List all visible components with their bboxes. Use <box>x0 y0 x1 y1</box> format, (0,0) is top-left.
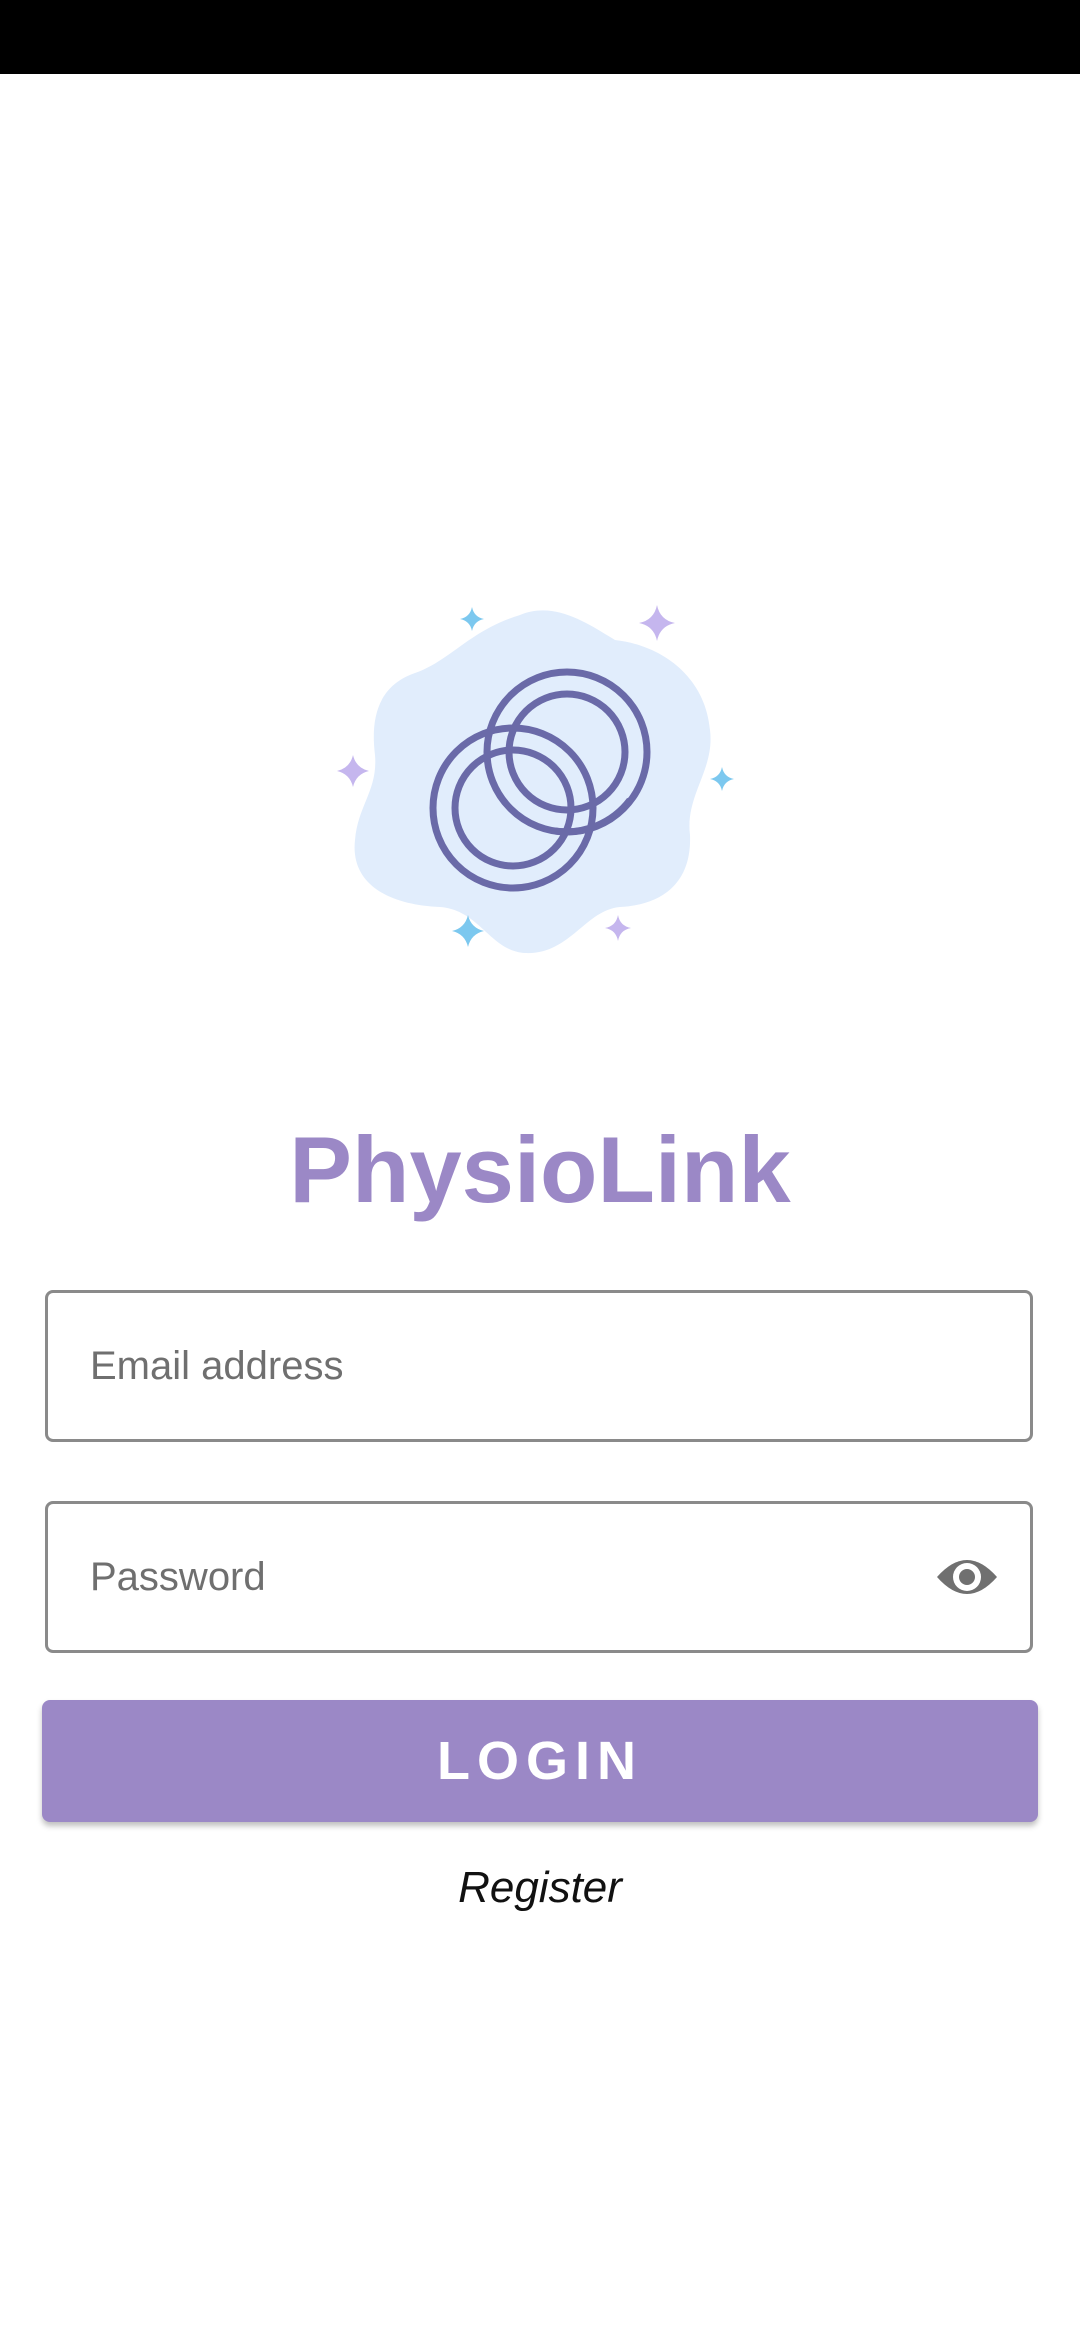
eye-icon[interactable] <box>934 1549 1000 1605</box>
status-bar <box>0 0 1080 74</box>
register-link[interactable]: Register <box>0 1858 1080 1918</box>
login-screen: PhysioLink LOGIN Register <box>0 0 1080 2340</box>
app-logo <box>330 595 750 975</box>
logo-blob <box>354 610 711 954</box>
app-title: PhysioLink <box>289 1117 791 1222</box>
password-input[interactable] <box>90 1504 950 1650</box>
email-field-container[interactable] <box>45 1290 1033 1442</box>
login-button[interactable]: LOGIN <box>42 1700 1038 1822</box>
email-input[interactable] <box>90 1293 950 1439</box>
password-field-container[interactable] <box>45 1501 1033 1653</box>
linked-rings-icon <box>337 605 734 954</box>
